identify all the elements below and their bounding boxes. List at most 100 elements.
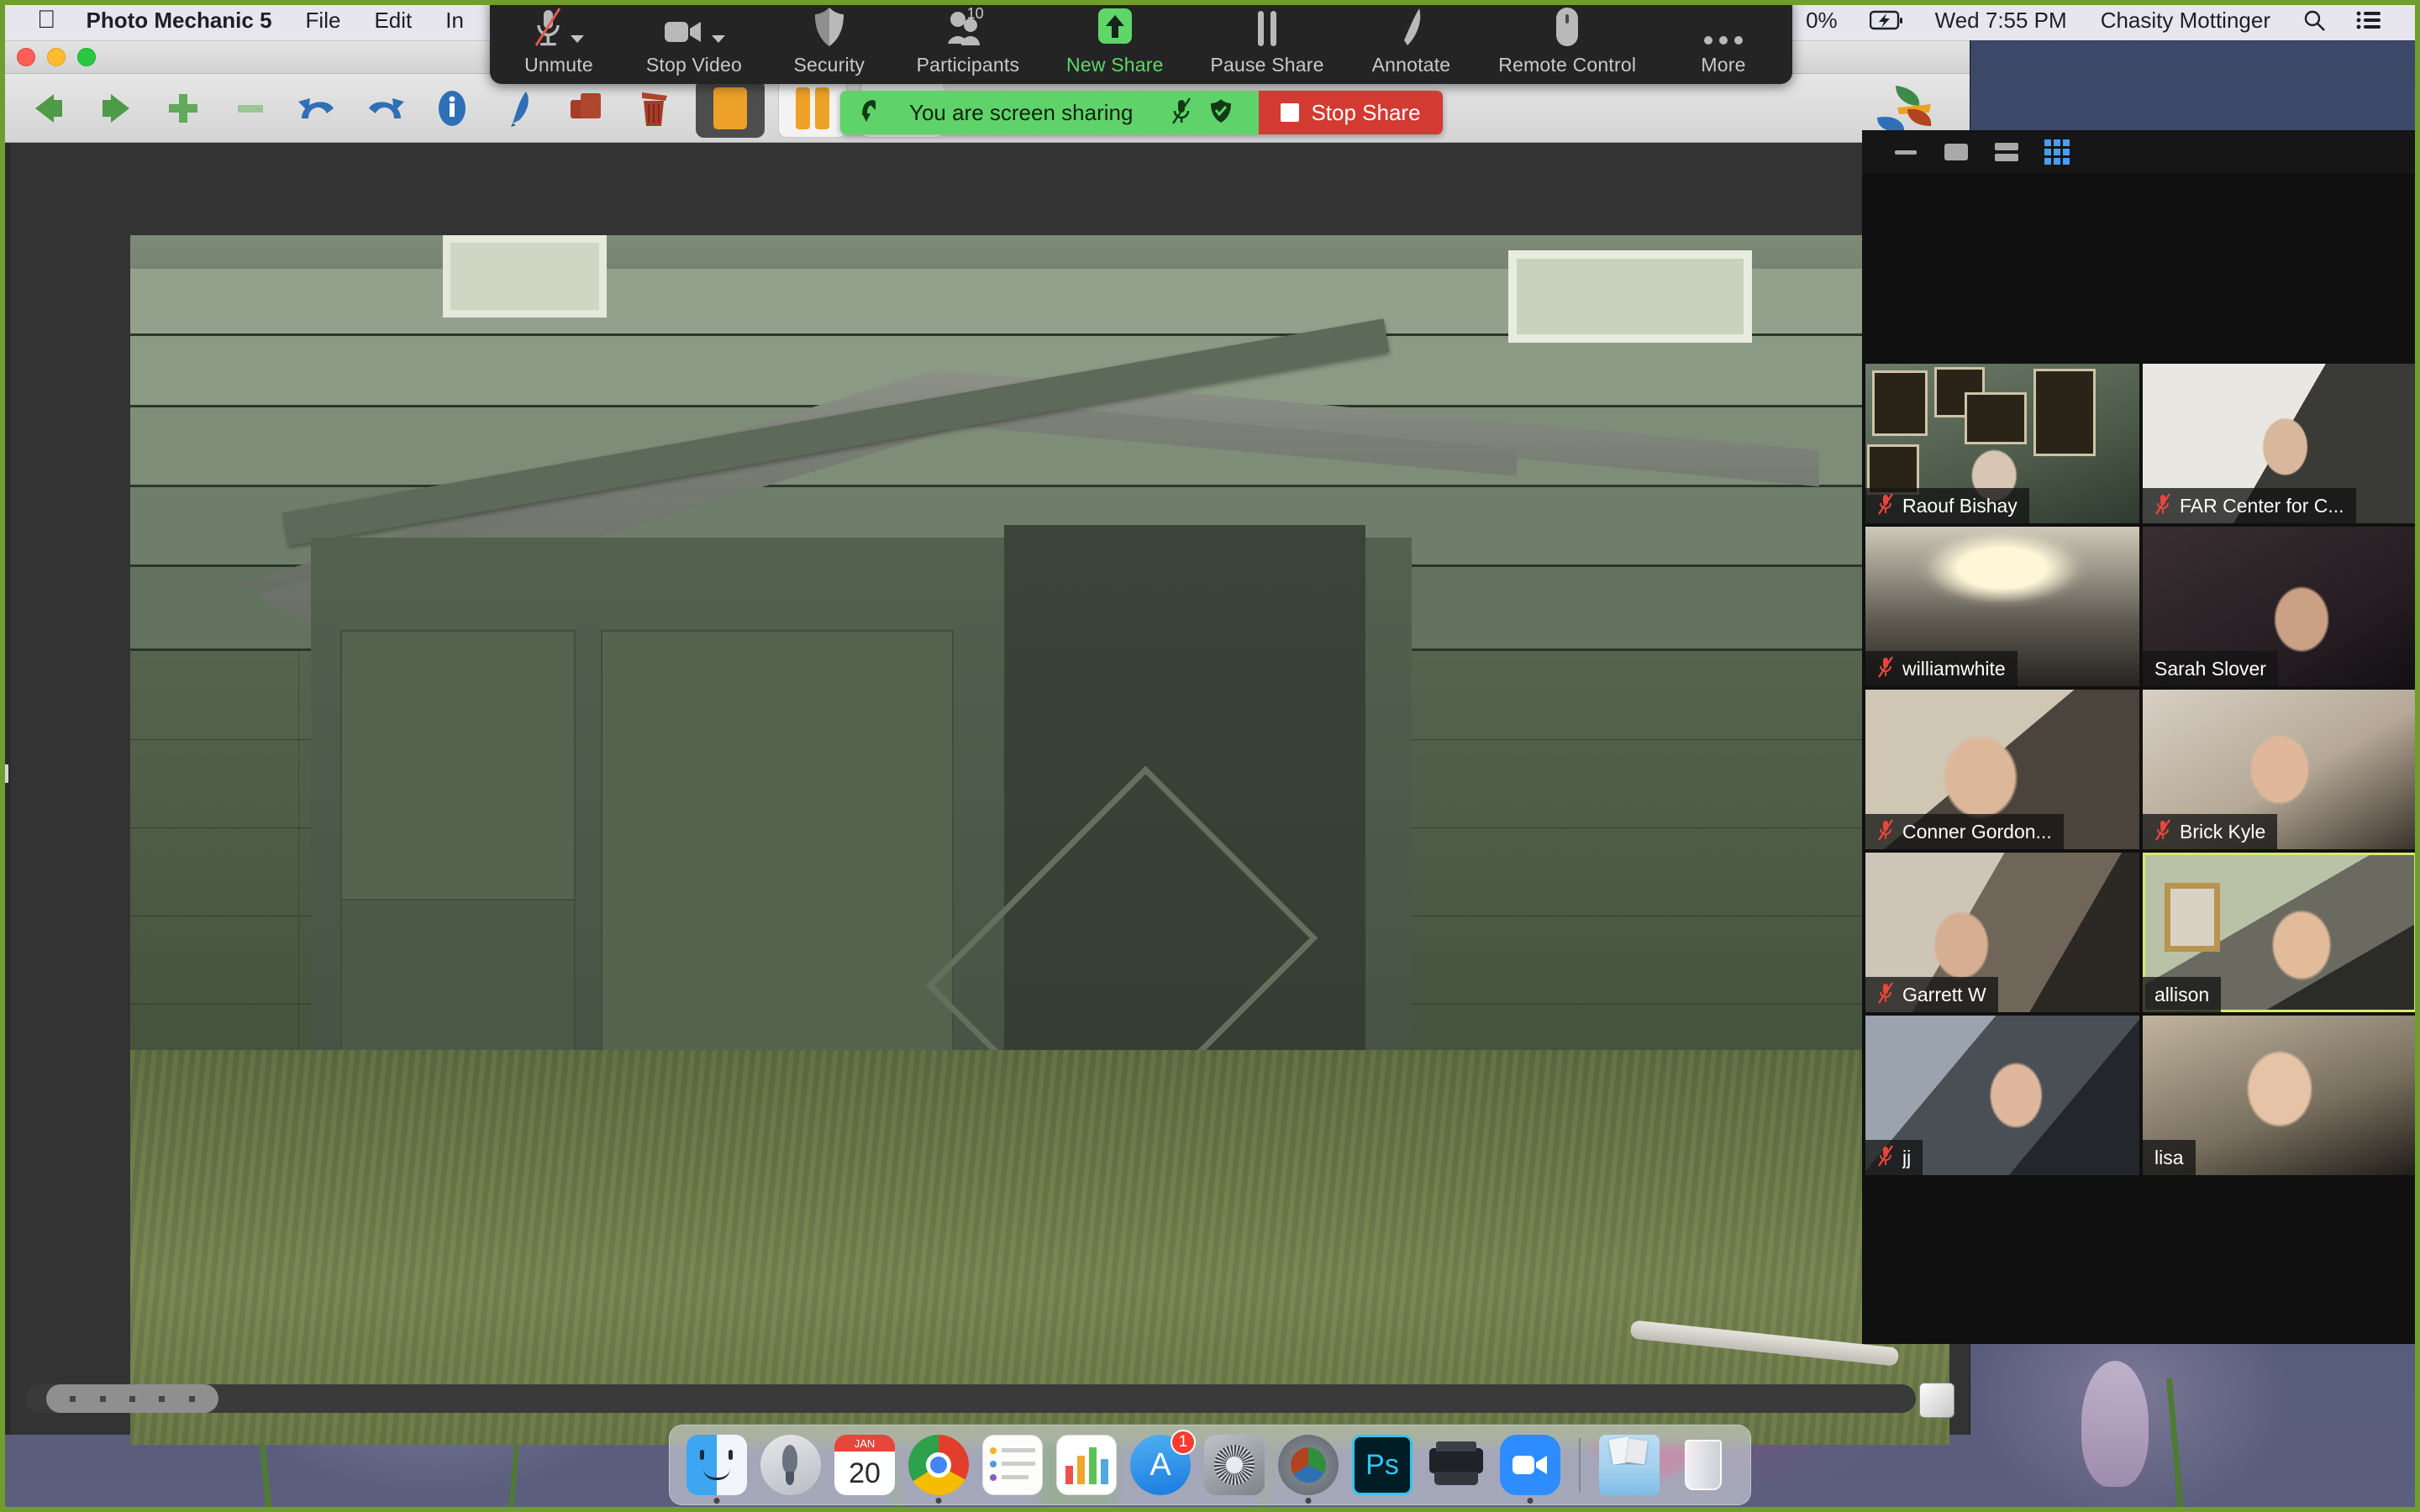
calendar-month: JAN (834, 1435, 895, 1452)
minimize-window-button[interactable] (47, 47, 66, 66)
speaker-view-button[interactable] (1986, 134, 2027, 170)
participant-tile-active-speaker[interactable]: allison (2143, 853, 2417, 1012)
dock-item-launchpad[interactable] (759, 1433, 823, 1497)
new-share-button[interactable]: New Share (1066, 2, 1164, 82)
menubar-clock[interactable]: Wed 7:55 PM (1918, 0, 2084, 40)
participant-name: Raouf Bishay (1902, 494, 2018, 517)
battery-percent: 0% (1806, 8, 1838, 33)
stop-share-button[interactable]: Stop Share (1259, 91, 1443, 134)
close-window-button[interactable] (17, 47, 35, 66)
more-button[interactable]: More (1683, 2, 1764, 82)
participant-nameplate: Raouf Bishay (1865, 488, 2029, 523)
calendar-day: 20 (849, 1457, 881, 1489)
menubar-app-name[interactable]: Photo Mechanic 5 (70, 0, 289, 40)
filmstrip-scrollbar-thumb[interactable] (46, 1384, 218, 1413)
participant-tile[interactable]: Brick Kyle (2143, 690, 2417, 849)
search-icon[interactable] (2287, 8, 2341, 32)
participant-nameplate: Brick Kyle (2143, 814, 2278, 849)
dock-item-finder[interactable] (685, 1433, 749, 1504)
dock-item-app-store[interactable]: A 1 (1128, 1430, 1196, 1497)
shield-check-icon[interactable] (1202, 98, 1240, 128)
participants-count: 10 (966, 5, 984, 22)
add-icon[interactable] (150, 78, 217, 139)
microphone-muted-icon[interactable] (1161, 97, 1202, 129)
microphone-muted-icon (1877, 818, 1894, 845)
compare-icon[interactable] (778, 78, 847, 138)
participant-tile[interactable]: lisa (2143, 1016, 2417, 1175)
zoom-meeting-window: Raouf Bishay FAR Center for C... william… (1862, 130, 2420, 1344)
shield-icon (813, 7, 845, 51)
remove-icon[interactable] (217, 78, 284, 139)
unmute-button[interactable]: Unmute (518, 2, 599, 82)
mac-dock: JAN 20 A 1 Ps (669, 1425, 1751, 1505)
undo-icon[interactable] (284, 78, 351, 139)
participant-tile[interactable]: jj (1865, 1016, 2139, 1175)
splitter-grip[interactable] (2, 764, 8, 783)
minimize-view-button[interactable] (1886, 134, 1926, 170)
chevron-down-icon[interactable] (571, 35, 584, 43)
participant-tile[interactable]: williamwhite (1865, 527, 2139, 686)
dock-item-numbers[interactable] (1055, 1433, 1118, 1497)
participant-tile[interactable]: Raouf Bishay (1865, 364, 2139, 523)
battery-charging-icon[interactable] (1854, 10, 1918, 30)
participant-nameplate: FAR Center for C... (2143, 488, 2356, 523)
edit-pen-icon[interactable] (486, 78, 553, 139)
stop-video-label: Stop Video (645, 54, 742, 76)
annotate-label: Annotate (1371, 54, 1451, 76)
photo-preview-image[interactable] (130, 235, 1949, 1445)
dock-item-printer[interactable] (1424, 1433, 1488, 1497)
participant-tile[interactable]: Sarah Slover (2143, 527, 2417, 686)
running-indicator (1305, 1498, 1312, 1504)
remote-control-icon (1555, 7, 1580, 51)
copy-icon[interactable] (553, 78, 620, 139)
info-icon[interactable] (418, 78, 486, 139)
menu-file[interactable]: File (289, 0, 358, 40)
filmstrip-scrollbar-track[interactable] (25, 1384, 1916, 1413)
participant-tile[interactable]: FAR Center for C... (2143, 364, 2417, 523)
remote-control-button[interactable]: Remote Control (1498, 2, 1636, 82)
dock-item-google-chrome[interactable] (907, 1433, 971, 1504)
trash-icon[interactable] (620, 78, 687, 139)
security-button[interactable]: Security (789, 2, 870, 82)
microphone-muted-icon (1877, 655, 1894, 682)
redo-icon[interactable] (351, 78, 418, 139)
security-label: Security (793, 54, 865, 76)
dock-item-trash[interactable] (1671, 1433, 1735, 1497)
dock-item-system-preferences[interactable] (1202, 1433, 1266, 1497)
apple-logo-icon[interactable]:  (24, 1, 70, 39)
participant-tile[interactable]: Garrett W (1865, 853, 2139, 1012)
participant-nameplate: Sarah Slover (2143, 651, 2278, 686)
dock-item-notes[interactable] (981, 1433, 1044, 1497)
leave-arrow-icon[interactable] (859, 98, 881, 128)
stop-video-button[interactable]: Stop Video (646, 2, 742, 82)
participant-name: Brick Kyle (2180, 820, 2266, 843)
next-arrow-icon[interactable] (82, 78, 150, 139)
annotate-button[interactable]: Annotate (1370, 2, 1451, 82)
resize-grip[interactable] (1919, 1383, 1954, 1418)
chevron-down-icon[interactable] (711, 35, 725, 43)
dock-item-photoshop[interactable]: Ps (1350, 1433, 1414, 1497)
previous-arrow-icon[interactable] (15, 78, 82, 139)
dock-item-calendar[interactable]: JAN 20 (833, 1433, 897, 1497)
pause-share-label: Pause Share (1210, 54, 1324, 76)
microphone-muted-icon (1877, 1144, 1894, 1171)
microphone-muted-icon (1877, 492, 1894, 519)
dock-item-downloads-folder[interactable] (1597, 1433, 1661, 1497)
participants-button[interactable]: 10 Participants (917, 2, 1020, 82)
maximize-window-button[interactable] (77, 47, 96, 66)
color-tag-icon[interactable] (696, 78, 765, 138)
participant-nameplate: Conner Gordon... (1865, 814, 2064, 849)
dock-item-zoom[interactable] (1498, 1433, 1562, 1504)
zoom-meeting-toolbar: Unmute Stop Video Security 10 Participan… (490, 0, 1792, 84)
menu-image[interactable]: In (429, 0, 481, 40)
pause-share-button[interactable]: Pause Share (1210, 2, 1323, 82)
gallery-view-button[interactable] (2037, 134, 2077, 170)
participant-tile[interactable]: Conner Gordon... (1865, 690, 2139, 849)
dock-item-photo-mechanic[interactable] (1276, 1433, 1340, 1504)
control-center-icon[interactable] (2341, 10, 2396, 30)
maximize-view-button[interactable] (1936, 134, 1976, 170)
menu-edit[interactable]: Edit (357, 0, 429, 40)
left-panel-splitter[interactable] (0, 143, 10, 1435)
menubar-user-name[interactable]: Chasity Mottinger (2084, 0, 2287, 40)
remote-control-label: Remote Control (1498, 54, 1637, 76)
